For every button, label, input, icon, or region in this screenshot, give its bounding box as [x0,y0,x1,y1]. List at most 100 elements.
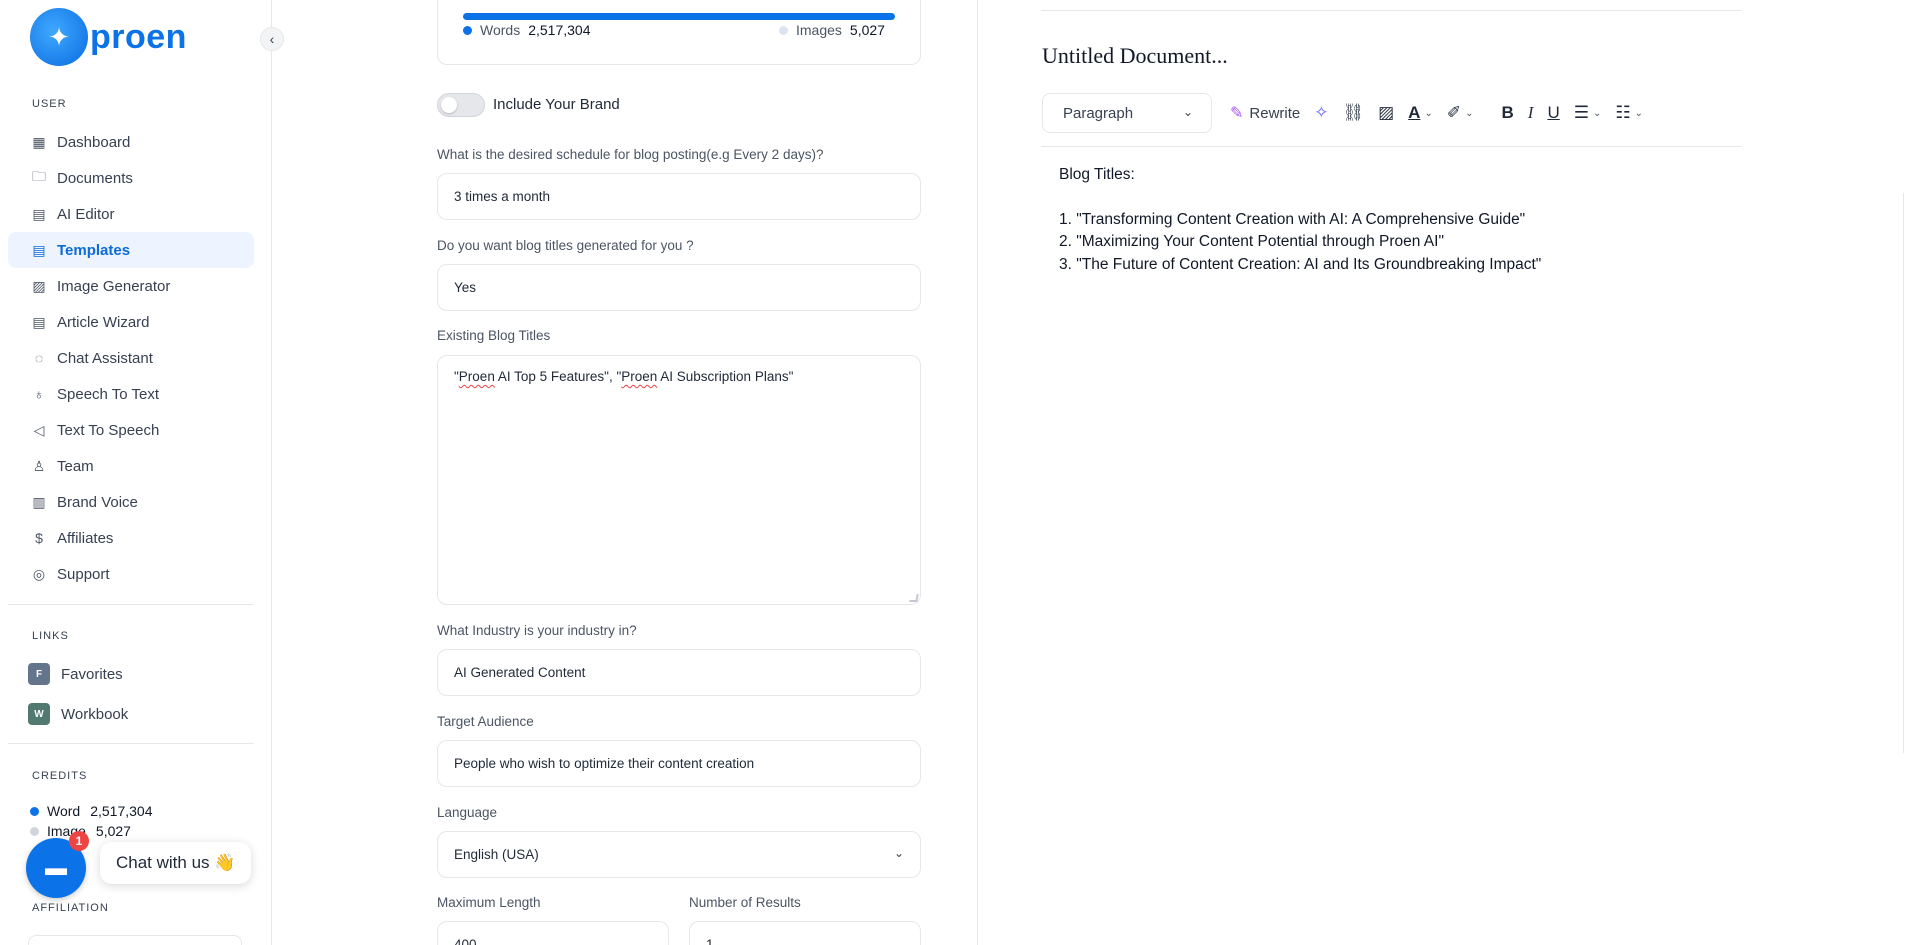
spellcheck-word: Proen [458,369,495,384]
sidebar-item-dashboard[interactable]: ▦ Dashboard [8,124,254,160]
sidebar-item-templates[interactable]: ▤ Templates [8,232,254,268]
section-label-links: LINKS [32,630,69,642]
brand-voice-icon: ▥ [32,493,46,510]
chat-with-us-bubble[interactable]: Chat with us 👋 [100,842,252,884]
content-heading: Blog Titles: [1059,166,1135,183]
editor-scrollbar[interactable] [1903,193,1918,753]
audience-input[interactable]: People who wish to optimize their conten… [437,740,921,787]
image-icon: ▨ [32,277,46,294]
section-label-user: USER [32,98,67,110]
templates-icon: ▤ [32,241,46,258]
sidebar-item-label: Text To Speech [57,421,160,439]
sidebar-item-documents[interactable]: 🗀 Documents [8,160,254,196]
section-label-credits: CREDITS [32,770,88,782]
article-icon: ▤ [32,313,46,330]
editor-divider [1041,10,1741,11]
credit-image-value: 5,027 [95,823,131,839]
block-type-value: Paragraph [1063,104,1134,122]
sidebar-item-article-wizard[interactable]: ▤ Article Wizard [8,304,254,340]
scrollbar-thumb[interactable] [1904,193,1918,753]
titles-input[interactable]: Yes [437,264,921,311]
bold-icon[interactable]: B [1501,103,1513,123]
rewrite-button[interactable]: ✎ Rewrite [1230,103,1300,123]
results-label: Number of Results [689,895,801,910]
image-icon[interactable]: ▨ [1378,103,1394,123]
schedule-label: What is the desired schedule for blog po… [437,147,824,162]
link-icon[interactable]: ⛓ [1343,103,1365,123]
chevron-down-icon: ⌄ [1182,105,1193,119]
chevron-down-icon[interactable]: ⌄ [1635,108,1643,119]
schedule-input[interactable]: 3 times a month [437,173,921,220]
bullet-list-icon[interactable]: ☰ [1574,103,1589,123]
logo-mark-icon: ✦ [30,8,88,66]
sidebar-item-label: Dashboard [57,133,131,151]
content-line: 1. "Transforming Content Creation with A… [1059,210,1526,228]
results-input[interactable]: 1 [689,921,921,945]
sidebar-item-label: Documents [57,169,133,187]
max-length-label: Maximum Length [437,895,541,910]
underline-icon[interactable]: U [1547,103,1559,123]
sidebar-item-image-generator[interactable]: ▨ Image Generator [8,268,254,304]
existing-titles-textarea[interactable]: "Proen AI Top 5 Features", "Proen AI Sub… [437,355,921,605]
sidebar-item-chat-assistant[interactable]: ◌ Chat Assistant [8,340,254,376]
chevron-down-icon[interactable]: ⌄ [1465,108,1473,119]
link-item-workbook[interactable]: W Workbook [28,703,128,725]
include-brand-toggle[interactable] [437,93,485,117]
resize-handle-icon[interactable] [909,594,919,602]
language-value: English (USA) [454,847,539,862]
text-color-icon[interactable]: A [1408,103,1420,123]
link-item-favorites[interactable]: F Favorites [28,663,123,685]
usage-words-label: Words [480,22,521,38]
numbered-list-icon[interactable]: ☷ [1615,103,1630,123]
sidebar-item-ai-editor[interactable]: ▤ AI Editor [8,196,254,232]
affiliation-box[interactable] [28,935,242,945]
credit-word: Word 2,517,304 [30,803,153,819]
dollar-icon: $ [35,530,43,546]
sparkle-icon[interactable]: ✧ [1314,103,1328,123]
sidebar-item-speech-to-text[interactable]: ♁ Speech To Text [8,376,254,412]
content-gap [1059,187,1541,209]
support-icon: ◎ [32,565,46,582]
sidebar-item-support[interactable]: ◎ Support [8,556,254,592]
ai-editor-icon: ▤ [32,205,46,222]
max-length-input[interactable]: 400 [437,921,669,945]
italic-icon[interactable]: I [1528,103,1534,123]
chevron-down-icon[interactable]: ⌄ [1593,108,1601,119]
sidebar-item-label: Speech To Text [57,385,160,403]
sidebar-item-brand-voice[interactable]: ▥ Brand Voice [8,484,254,520]
sidebar-item-label: Support [57,565,110,583]
industry-label: What Industry is your industry in? [437,623,637,638]
sidebar-item-affiliates[interactable]: $ Affiliates [8,520,254,556]
highlighter-icon[interactable]: ✐ [1447,103,1461,123]
include-brand-label: Include Your Brand [493,96,620,113]
team-icon: ♙ [32,457,46,474]
editor-content[interactable]: Blog Titles: 1. "Transforming Content Cr… [1059,164,1541,276]
usage-words-value: 2,517,304 [528,22,591,38]
content-line: 3. "The Future of Content Creation: AI a… [1059,255,1542,273]
sidebar-item-text-to-speech[interactable]: ◁ Text To Speech [8,412,254,448]
chevron-down-icon: ⌄ [893,846,904,860]
industry-input[interactable]: AI Generated Content [437,649,921,696]
document-editor: Untitled Document... Paragraph ⌄ ✎ Rewri… [979,0,1920,945]
dashboard-icon: ▦ [32,133,46,150]
sidebar-divider [8,743,254,744]
usage-card: Words 2,517,304 Images 5,027 [437,0,921,65]
language-select[interactable]: English (USA) ⌄ [437,831,921,878]
logo[interactable]: ✦ proen [30,8,187,66]
document-title[interactable]: Untitled Document... [1042,43,1228,69]
word-dot-icon [30,806,39,816]
chevron-down-icon[interactable]: ⌄ [1424,108,1432,119]
sidebar-nav: ▦ Dashboard 🗀 Documents ▤ AI Editor ▤ Templates… [8,124,254,592]
audience-label: Target Audience [437,714,534,729]
chat-bubble-icon: ▬ [45,855,67,880]
usage-words: Words 2,517,304 [463,22,591,38]
pen-icon: ✎ [1230,105,1244,122]
images-dot-icon [779,25,788,35]
words-dot-icon [463,25,472,35]
speaker-icon: ◁ [33,421,45,438]
sidebar-item-team[interactable]: ♙ Team [8,448,254,484]
editor-toolbar: Paragraph ⌄ ✎ Rewrite ✧ ⛓ ▨ A ⌄ ✐ ⌄ B I … [1042,92,1742,134]
block-type-select[interactable]: Paragraph ⌄ [1042,93,1212,133]
sidebar-item-label: Image Generator [57,277,171,295]
rewrite-label: Rewrite [1249,104,1301,122]
